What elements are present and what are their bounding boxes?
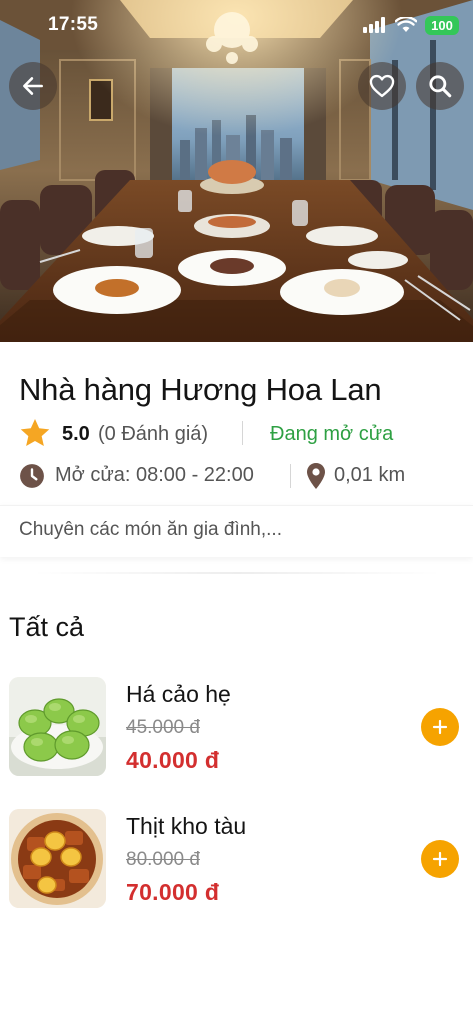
item-image bbox=[9, 809, 106, 908]
review-count[interactable]: (0 Đánh giá) bbox=[98, 423, 208, 446]
section-divider bbox=[32, 572, 442, 574]
menu-item[interactable]: Há cảo hẹ 45.000 đ 40.000 đ bbox=[0, 677, 473, 777]
restaurant-name: Nhà hàng Hương Hoa Lan bbox=[19, 372, 382, 407]
item-original-price: 80.000 đ bbox=[126, 849, 200, 870]
signal-icon bbox=[363, 17, 385, 33]
location-pin-icon bbox=[307, 463, 325, 489]
clock-icon bbox=[20, 464, 44, 488]
item-price: 70.000 đ bbox=[126, 879, 220, 905]
back-button[interactable] bbox=[9, 62, 57, 110]
restaurant-hero-image: 17:55 100 bbox=[0, 0, 473, 342]
add-to-cart-button[interactable] bbox=[421, 708, 459, 746]
dumpling-image bbox=[9, 677, 106, 776]
search-icon bbox=[429, 75, 452, 98]
status-bar: 17:55 100 bbox=[0, 0, 473, 50]
menu-section-title: Tất cả bbox=[9, 612, 85, 642]
divider bbox=[290, 464, 291, 488]
rating-value: 5.0 bbox=[62, 423, 90, 445]
plus-icon bbox=[432, 851, 448, 867]
item-price: 40.000 đ bbox=[126, 747, 220, 773]
heart-icon bbox=[369, 74, 395, 98]
hours-distance-row: Mở cửa: 08:00 - 22:00 0,01 km bbox=[19, 460, 459, 492]
status-icons: 100 bbox=[363, 15, 459, 35]
search-button[interactable] bbox=[416, 62, 464, 110]
restaurant-description[interactable]: Chuyên các món ăn gia đình,... bbox=[19, 519, 282, 541]
menu-item[interactable]: Thịt kho tàu 80.000 đ 70.000 đ bbox=[0, 809, 473, 909]
star-icon bbox=[20, 419, 50, 447]
distance: 0,01 km bbox=[334, 464, 406, 486]
opening-hours: Mở cửa: 08:00 - 22:00 bbox=[55, 464, 254, 486]
arrow-left-icon bbox=[23, 77, 43, 95]
item-name: Thịt kho tàu bbox=[126, 813, 247, 839]
item-original-price: 45.000 đ bbox=[126, 717, 200, 738]
rating-row: 5.0 (0 Đánh giá) Đang mở cửa bbox=[19, 416, 459, 450]
status-time: 17:55 bbox=[48, 14, 99, 35]
add-to-cart-button[interactable] bbox=[421, 840, 459, 878]
open-status: Đang mở cửa bbox=[270, 423, 394, 445]
item-image bbox=[9, 677, 106, 776]
plus-icon bbox=[432, 719, 448, 735]
description-box: Chuyên các món ăn gia đình,... bbox=[0, 505, 473, 557]
wifi-icon bbox=[395, 17, 417, 32]
favorite-button[interactable] bbox=[358, 62, 406, 110]
braised-pork-image bbox=[9, 809, 106, 908]
item-name: Há cảo hẹ bbox=[126, 681, 231, 707]
battery-icon: 100 bbox=[425, 15, 459, 35]
divider bbox=[242, 421, 243, 445]
dining-room-photo bbox=[0, 0, 473, 342]
